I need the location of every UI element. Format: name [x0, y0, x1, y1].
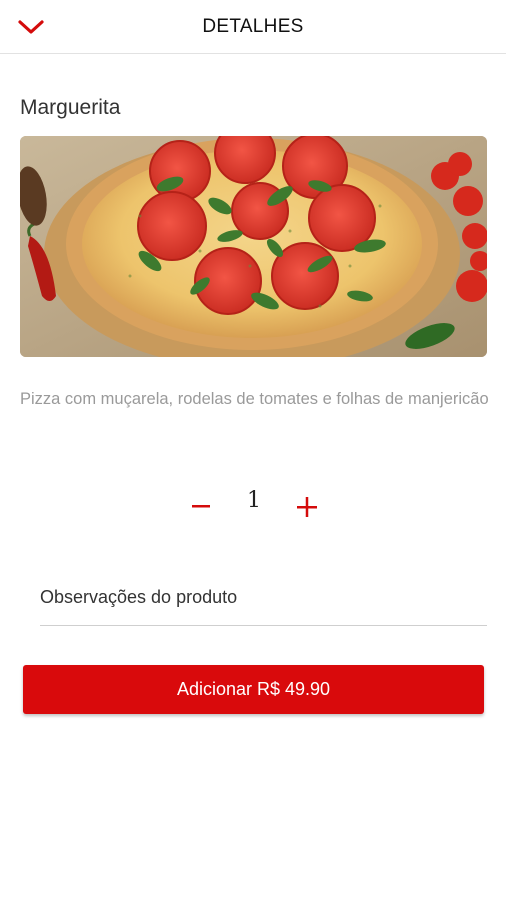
quantity-stepper: 1 [0, 486, 506, 526]
product-image [20, 136, 487, 357]
plus-icon [297, 497, 317, 517]
product-details-screen: DETALHES Marguerita Pizza com muçarela, … [0, 0, 506, 900]
quantity-value: 1 [247, 488, 261, 513]
page-title: DETALHES [202, 15, 304, 37]
minus-icon [192, 505, 210, 508]
add-to-cart-label: Adicionar R$ 49.90 [176, 679, 331, 699]
back-button[interactable] [14, 12, 48, 42]
app-header: DETALHES [0, 0, 506, 54]
increase-quantity-button[interactable] [292, 492, 322, 522]
decrease-quantity-button[interactable] [186, 492, 216, 522]
chevron-down-icon [18, 20, 44, 34]
product-notes-input[interactable] [40, 576, 487, 626]
add-to-cart-button[interactable]: Adicionar R$ 49.90 [23, 665, 484, 714]
product-description: Pizza com muçarela, rodelas de tomates e… [20, 390, 489, 408]
product-name: Marguerita [20, 96, 121, 119]
